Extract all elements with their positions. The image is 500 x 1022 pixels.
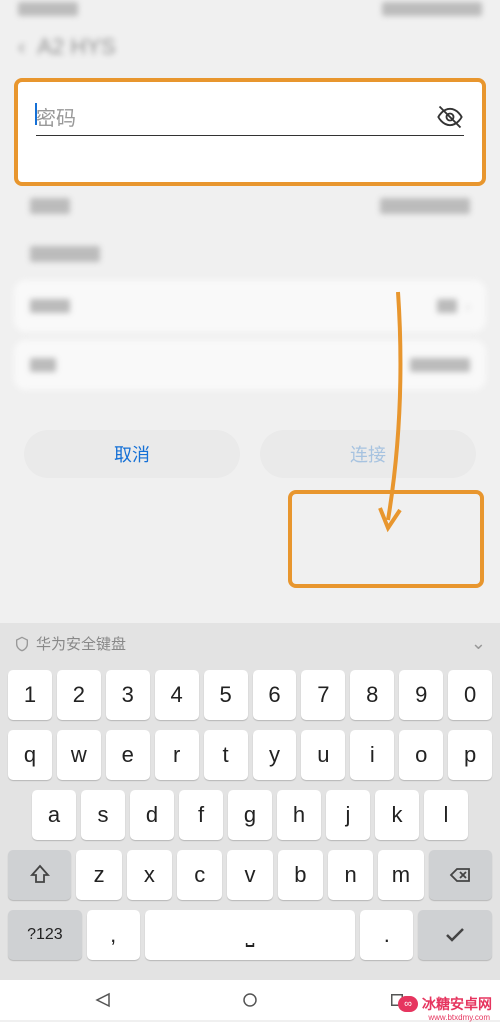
keyboard-label: 华为安全键盘	[36, 633, 126, 654]
page-title: A2 HYS	[37, 34, 115, 60]
key-x[interactable]: x	[127, 850, 172, 900]
keyboard: 华为安全键盘 ⌄ 1 2 3 4 5 6 7 8 9 0 q w e r t y…	[0, 623, 500, 980]
watermark-badge-icon: ∞	[398, 996, 418, 1012]
key-0[interactable]: 0	[448, 670, 492, 720]
key-backspace[interactable]	[429, 850, 492, 900]
option-card[interactable]	[14, 340, 486, 390]
connect-button-highlight	[288, 490, 484, 588]
key-s[interactable]: s	[81, 790, 125, 840]
key-o[interactable]: o	[399, 730, 443, 780]
key-w[interactable]: w	[57, 730, 101, 780]
key-i[interactable]: i	[350, 730, 394, 780]
keyboard-row-asdf: a s d f g h j k l	[4, 790, 496, 840]
keyboard-header: 华为安全键盘 ⌄	[0, 623, 500, 664]
password-field-highlight: 密码	[14, 78, 486, 186]
key-k[interactable]: k	[375, 790, 419, 840]
blurred-row	[14, 186, 486, 224]
key-j[interactable]: j	[326, 790, 370, 840]
backspace-icon	[448, 863, 472, 887]
key-shift[interactable]	[8, 850, 71, 900]
keyboard-row-zxcv: z x c v b n m	[4, 850, 496, 900]
key-a[interactable]: a	[32, 790, 76, 840]
status-bar	[0, 0, 500, 24]
key-symbols[interactable]: ?123	[8, 910, 82, 960]
nav-back-icon[interactable]	[94, 991, 112, 1009]
key-c[interactable]: c	[177, 850, 222, 900]
shield-icon	[14, 636, 30, 652]
key-t[interactable]: t	[204, 730, 248, 780]
nav-home-icon[interactable]	[241, 991, 259, 1009]
keyboard-row-numbers: 1 2 3 4 5 6 7 8 9 0	[4, 670, 496, 720]
cancel-button[interactable]: 取消	[24, 430, 240, 478]
key-8[interactable]: 8	[350, 670, 394, 720]
key-period[interactable]: .	[360, 910, 413, 960]
watermark-brand: 冰糖安卓网	[422, 994, 492, 1014]
key-6[interactable]: 6	[253, 670, 297, 720]
key-5[interactable]: 5	[204, 670, 248, 720]
key-1[interactable]: 1	[8, 670, 52, 720]
key-u[interactable]: u	[301, 730, 345, 780]
keyboard-row-qwerty: q w e r t y u i o p	[4, 730, 496, 780]
key-q[interactable]: q	[8, 730, 52, 780]
password-placeholder: 密码	[36, 102, 436, 131]
check-icon	[443, 923, 467, 947]
key-l[interactable]: l	[424, 790, 468, 840]
key-n[interactable]: n	[328, 850, 373, 900]
key-m[interactable]: m	[378, 850, 423, 900]
blurred-row	[14, 224, 486, 272]
key-y[interactable]: y	[253, 730, 297, 780]
key-g[interactable]: g	[228, 790, 272, 840]
back-icon[interactable]: ‹	[18, 34, 25, 60]
option-card[interactable]: ›	[14, 280, 486, 332]
key-d[interactable]: d	[130, 790, 174, 840]
key-z[interactable]: z	[76, 850, 121, 900]
key-p[interactable]: p	[448, 730, 492, 780]
key-e[interactable]: e	[106, 730, 150, 780]
key-space[interactable]: ⎵	[145, 910, 356, 960]
eye-off-icon[interactable]	[436, 103, 464, 131]
key-r[interactable]: r	[155, 730, 199, 780]
key-comma[interactable]: ,	[87, 910, 140, 960]
keyboard-collapse-icon[interactable]: ⌄	[471, 633, 486, 654]
header: ‹ A2 HYS	[0, 24, 500, 64]
keyboard-row-bottom: ?123 , ⎵ .	[4, 910, 496, 960]
key-enter[interactable]	[418, 910, 492, 960]
key-b[interactable]: b	[278, 850, 323, 900]
chevron-right-icon: ›	[465, 298, 470, 314]
key-4[interactable]: 4	[155, 670, 199, 720]
key-h[interactable]: h	[277, 790, 321, 840]
key-7[interactable]: 7	[301, 670, 345, 720]
key-2[interactable]: 2	[57, 670, 101, 720]
connect-button[interactable]: 连接	[260, 430, 476, 478]
shift-icon	[28, 863, 52, 887]
watermark-url: www.btxdmy.com	[428, 1013, 490, 1022]
key-v[interactable]: v	[227, 850, 272, 900]
password-input[interactable]: 密码	[36, 102, 464, 136]
watermark: ∞ 冰糖安卓网	[398, 994, 492, 1014]
key-f[interactable]: f	[179, 790, 223, 840]
key-9[interactable]: 9	[399, 670, 443, 720]
key-3[interactable]: 3	[106, 670, 150, 720]
